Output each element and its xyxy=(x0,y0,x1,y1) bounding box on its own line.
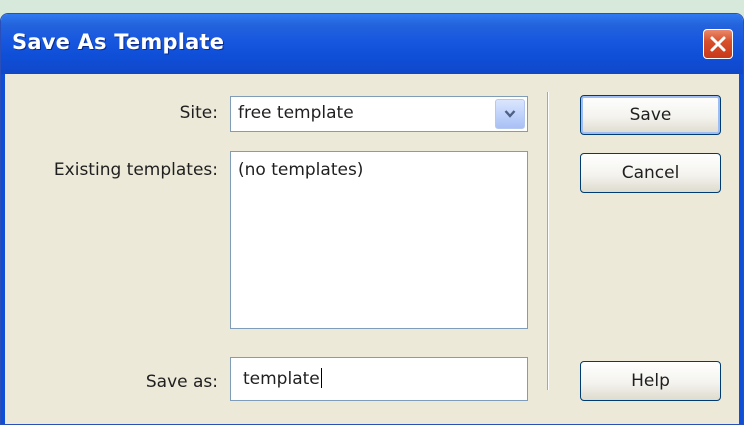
title-bar[interactable]: Save As Template xyxy=(1,14,743,74)
dialog-title: Save As Template xyxy=(12,30,225,54)
site-label: Site: xyxy=(179,103,218,123)
save-as-text: template xyxy=(243,369,320,389)
save-button[interactable]: Save xyxy=(580,95,721,135)
save-as-label: Save as: xyxy=(145,372,218,392)
close-button[interactable] xyxy=(703,29,733,59)
site-select[interactable]: free template xyxy=(230,96,528,132)
text-caret xyxy=(320,368,322,388)
chevron-down-icon xyxy=(504,110,516,118)
cancel-button[interactable]: Cancel xyxy=(580,153,721,193)
vertical-divider xyxy=(547,92,549,390)
list-item: (no templates) xyxy=(238,160,364,180)
existing-templates-list[interactable]: (no templates) xyxy=(230,151,528,329)
help-button[interactable]: Help xyxy=(580,361,721,401)
site-select-value: free template xyxy=(238,103,354,123)
close-icon xyxy=(710,36,726,52)
save-as-input-value: template xyxy=(243,368,322,389)
existing-templates-label: Existing templates: xyxy=(53,160,218,180)
save-as-input[interactable]: template xyxy=(230,357,528,401)
site-dropdown-button[interactable] xyxy=(495,99,525,129)
